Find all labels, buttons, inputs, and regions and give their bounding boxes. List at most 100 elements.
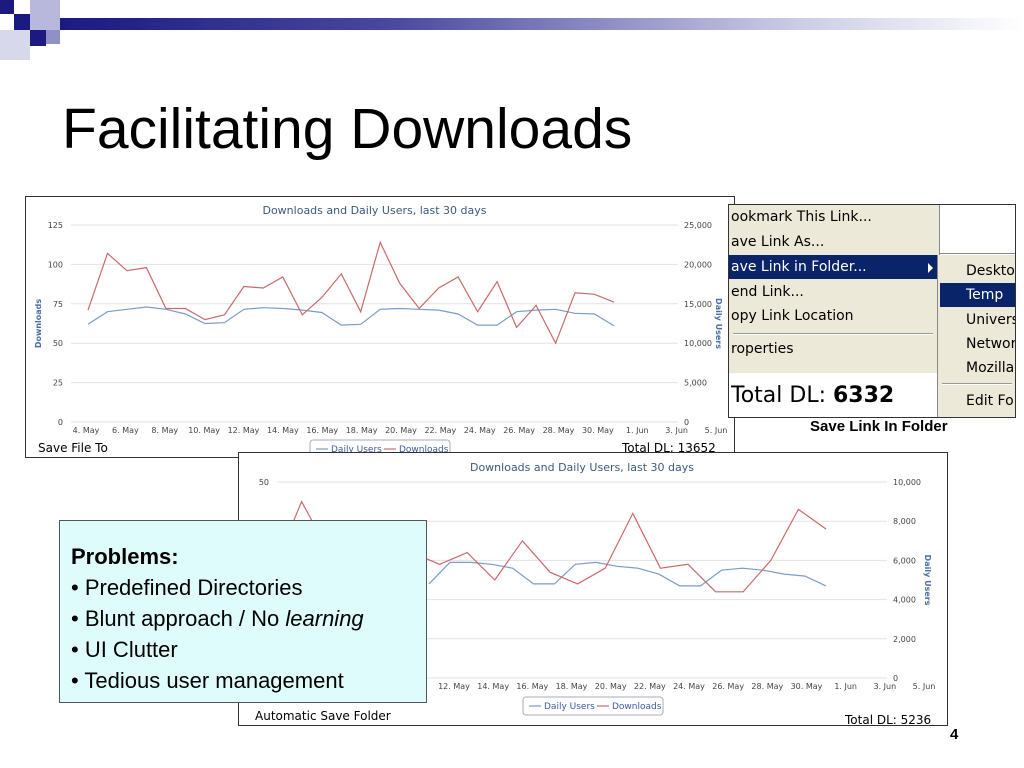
problem-item: • Tedious user management	[71, 665, 426, 696]
menu-item-label: ave Link in Folder...	[731, 259, 867, 275]
submenu-item-desktop[interactable]: Deskto	[940, 259, 1015, 283]
panel-label-left: Automatic Save Folder	[255, 709, 391, 723]
y2-tick-label: 15,000	[684, 300, 712, 309]
y2-tick-label: 8,000	[893, 517, 916, 526]
x-tick-label: 12. May	[438, 682, 470, 691]
x-tick-label: 5. Jun	[913, 682, 936, 691]
menu-item-copy-link-location[interactable]: opy Link Location	[729, 304, 939, 328]
y2-tick-label: 6,000	[893, 556, 916, 565]
y-tick-label: 75	[53, 300, 63, 309]
x-tick-label: 22. May	[424, 426, 456, 435]
x-tick-label: 12. May	[228, 426, 260, 435]
decor-square-5	[30, 30, 46, 46]
total-downloads-big: Total DL: 6332	[731, 383, 894, 408]
y-axis-label: Downloads	[34, 299, 43, 349]
y2-tick-label: 4,000	[893, 596, 916, 605]
x-tick-label: 16. May	[306, 426, 338, 435]
context-menu-screenshot: ookmark This Link... ave Link As... ave …	[728, 204, 1016, 418]
decor-square-1	[0, 0, 14, 14]
total-label: Total DL:	[731, 383, 826, 408]
decor-square-4	[0, 30, 30, 60]
problem-item: • Blunt approach / No learning	[71, 603, 426, 634]
decor-square-3	[30, 0, 60, 30]
submenu-arrow-icon	[928, 263, 933, 273]
menu-item-bookmark-link[interactable]: ookmark This Link...	[729, 205, 939, 229]
browser-area	[940, 205, 1015, 254]
problem-text: • Tedious user management	[71, 668, 344, 693]
x-tick-label: 24. May	[464, 426, 496, 435]
menu-item-save-link-in-folder[interactable]: ave Link in Folder...	[729, 255, 939, 279]
x-tick-label: 30. May	[791, 682, 823, 691]
folder-submenu: Deskto Temp Univers Networ Mozilla Edit …	[937, 255, 1015, 417]
x-tick-label: 24. May	[673, 682, 705, 691]
x-tick-label: 3. Jun	[873, 682, 896, 691]
x-tick-label: 4. May	[73, 426, 100, 435]
downloads-chart-top: Downloads and Daily Users, last 30 days 0…	[34, 204, 728, 457]
x-tick-label: 6. May	[112, 426, 139, 435]
submenu-item-university[interactable]: Univers	[940, 308, 1015, 332]
y-tick-label: 50	[53, 339, 63, 348]
menu-caption: Save Link In Folder	[810, 418, 948, 435]
problems-heading: Problems:	[71, 544, 179, 569]
submenu-item-mozilla[interactable]: Mozilla	[940, 356, 1015, 380]
total-value: 6332	[832, 383, 895, 408]
context-menu: ookmark This Link... ave Link As... ave …	[729, 205, 940, 373]
x-tick-label: 16. May	[516, 682, 548, 691]
page-number: 4	[950, 726, 959, 743]
x-tick-label: 14. May	[477, 682, 509, 691]
x-tick-label: 1. Jun	[834, 682, 857, 691]
panel-label-total: Total DL: 5236	[845, 713, 932, 727]
y-tick-label: 125	[48, 221, 63, 230]
x-tick-label: 26. May	[712, 682, 744, 691]
chart-title: Downloads and Daily Users, last 30 days	[470, 461, 694, 474]
y2-tick-label: 20,000	[684, 260, 712, 269]
menu-item-properties[interactable]: roperties	[729, 337, 939, 361]
x-tick-label: 30. May	[582, 426, 614, 435]
decor-square-2	[14, 14, 30, 30]
problem-text: • Blunt approach / No	[71, 606, 286, 631]
series-line-downloads	[87, 240, 615, 345]
problem-text: • Predefined Directories	[71, 575, 303, 600]
x-tick-label: 5. Jun	[705, 426, 728, 435]
chart-panel-save-file-to: Downloads and Daily Users, last 30 days 0…	[25, 196, 735, 458]
series-line-daily-users	[87, 306, 615, 327]
y2-tick-label: 2,000	[893, 635, 916, 644]
y2-axis-label: Daily Users	[714, 298, 723, 349]
submenu-item-edit-folders[interactable]: Edit Fo	[940, 389, 1015, 413]
y-tick-label: 50	[259, 478, 269, 487]
y-tick-label: 100	[48, 260, 63, 269]
y-tick-label: 0	[58, 418, 63, 427]
x-tick-label: 8. May	[151, 426, 178, 435]
x-tick-label: 3. Jun	[665, 426, 688, 435]
y2-tick-label: 10,000	[684, 339, 712, 348]
x-tick-label: 10. May	[188, 426, 220, 435]
submenu-item-network[interactable]: Networ	[940, 332, 1015, 356]
menu-separator	[733, 333, 933, 335]
menu-item-send-link[interactable]: end Link...	[729, 280, 939, 304]
x-tick-label: 20. May	[595, 682, 627, 691]
x-tick-label: 28. May	[543, 426, 575, 435]
submenu-separator	[942, 383, 1012, 385]
x-tick-label: 26. May	[503, 426, 535, 435]
header-bar	[60, 18, 1024, 30]
chart-title: Downloads and Daily Users, last 30 days	[262, 204, 486, 217]
y-tick-label: 25	[53, 379, 63, 388]
x-tick-label: 1. Jun	[626, 426, 649, 435]
y2-tick-label: 10,000	[893, 478, 921, 487]
problems-box: Problems: • Predefined Directories • Blu…	[59, 520, 427, 703]
legend-entry: Daily Users	[544, 702, 595, 712]
legend-entry: Downloads	[612, 702, 662, 712]
decor-square-6	[46, 30, 60, 44]
problem-item: • UI Clutter	[71, 634, 426, 665]
x-tick-label: 20. May	[385, 426, 417, 435]
submenu-item-temp[interactable]: Temp	[940, 283, 1015, 307]
x-tick-label: 18. May	[556, 682, 588, 691]
problem-item: • Predefined Directories	[71, 572, 426, 603]
problem-emphasis: learning	[285, 606, 364, 631]
menu-item-save-link-as[interactable]: ave Link As...	[729, 230, 939, 254]
x-tick-label: 18. May	[346, 426, 378, 435]
slide-title: Facilitating Downloads	[62, 97, 633, 161]
y2-tick-label: 25,000	[684, 221, 712, 230]
x-tick-label: 28. May	[751, 682, 783, 691]
x-tick-label: 14. May	[267, 426, 299, 435]
